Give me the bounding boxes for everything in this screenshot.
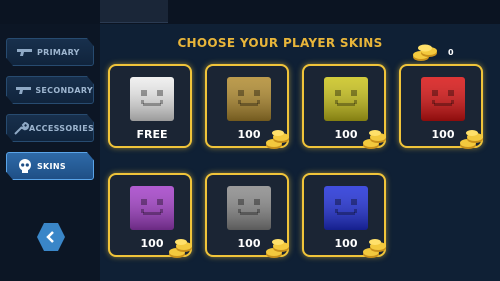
coin-stack-icon	[265, 237, 291, 259]
skin-card[interactable]: 100	[205, 64, 291, 150]
coin-stack-icon	[412, 42, 440, 62]
coin-stack-icon	[459, 128, 485, 150]
coin-stack-icon	[265, 128, 291, 150]
nav-accessories-button[interactable]: ACCESSORIES	[6, 114, 94, 142]
skin-card[interactable]: 100	[399, 64, 485, 150]
wrench-icon	[13, 120, 29, 136]
skin-price: FREE	[136, 128, 168, 141]
nav-secondary-label: SECONDARY	[35, 85, 93, 95]
nav-accessories-label: ACCESSORIES	[29, 123, 95, 133]
nav-secondary-button[interactable]: SECONDARY	[6, 76, 94, 104]
skull-icon	[13, 158, 37, 174]
nav-skins-button[interactable]: SKINS	[6, 152, 94, 180]
skin-card[interactable]: 100	[205, 173, 291, 259]
skin-preview	[324, 186, 368, 230]
skin-preview	[130, 186, 174, 230]
coin-stack-icon	[362, 237, 388, 259]
skin-card[interactable]: 100	[302, 64, 388, 150]
top-bar	[0, 0, 500, 24]
skin-preview	[130, 77, 174, 121]
top-tab	[100, 0, 168, 23]
skin-preview	[324, 77, 368, 121]
coin-count: 0	[448, 48, 454, 57]
coin-stack-icon	[362, 128, 388, 150]
chevron-left-icon	[46, 228, 56, 247]
pistol-icon	[13, 82, 35, 98]
skin-card[interactable]: 100	[108, 173, 194, 259]
skin-preview	[227, 186, 271, 230]
skin-preview	[227, 77, 271, 121]
skin-card[interactable]: FREE	[108, 64, 192, 148]
coin-stack-icon	[168, 237, 194, 259]
nav-skins-label: SKINS	[37, 161, 66, 171]
skin-preview	[421, 77, 465, 121]
skin-card[interactable]: 100	[302, 173, 388, 259]
